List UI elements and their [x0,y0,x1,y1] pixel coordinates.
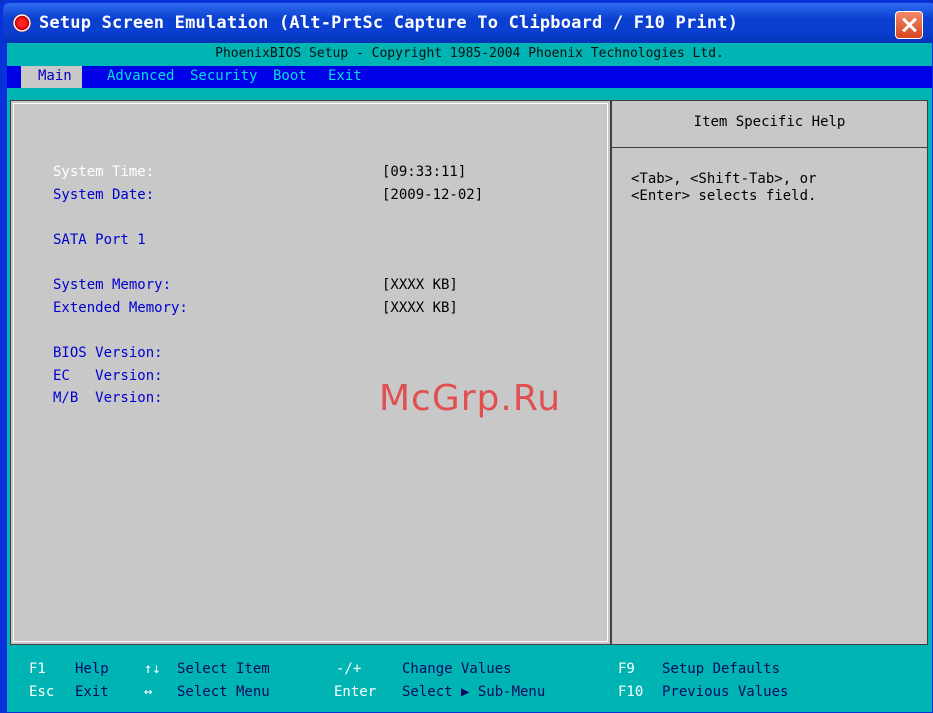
help-text: <Tab>, <Shift-Tab>, or <Enter> selects f… [631,171,916,205]
up-down-arrows-icon: ↑↓ [144,661,161,677]
system-time-value[interactable]: [09:33:11] [382,164,466,180]
previous-values-desc: Previous Values [662,684,789,700]
system-time-label: System Time: [53,164,155,180]
tab-main[interactable]: Main [21,66,82,88]
main-settings-panel: System Time: [09:33:11] System Date: [20… [10,100,611,645]
watermark-text: McGrp.Ru [379,378,562,419]
menu-bar: Main Advanced Security Boot Exit [7,66,932,88]
system-date-label: System Date: [53,187,155,203]
setup-defaults-desc: Setup Defaults [662,661,781,677]
help-panel: Item Specific Help <Tab>, <Shift-Tab>, o… [611,100,928,645]
title-bar[interactable]: Setup Screen Emulation (Alt-PrtSc Captur… [3,3,933,43]
key-f10: F10 [618,684,644,700]
key-minus-plus: -/+ [336,661,362,677]
copyright-banner: PhoenixBIOS Setup - Copyright 1985-2004 … [7,43,932,66]
system-memory-label: System Memory: [53,277,172,293]
tab-exit[interactable]: Exit [328,66,362,88]
tab-advanced[interactable]: Advanced [107,66,174,88]
bios-screen: PhoenixBIOS Setup - Copyright 1985-2004 … [7,43,932,712]
help-line-2: <Enter> selects field. [631,188,817,204]
exit-desc: Exit [75,684,109,700]
bios-app-icon[interactable] [13,14,31,32]
sata-port-1-item[interactable]: SATA Port 1 [53,232,146,248]
select-submenu-desc: Select ▶ Sub-Menu [402,684,546,700]
tab-boot[interactable]: Boot [273,66,307,88]
bios-version-label: BIOS Version: [53,345,163,361]
tab-security[interactable]: Security [190,66,257,88]
select-item-desc: Select Item [177,661,270,677]
select-menu-desc: Select Menu [177,684,270,700]
key-f9: F9 [618,661,635,677]
extended-memory-value: [XXXX KB] [382,300,458,316]
key-f1: F1 [29,661,46,677]
separator-strip [7,88,932,100]
close-icon[interactable] [895,11,923,39]
system-date-value[interactable]: [2009-12-02] [382,187,483,203]
key-enter: Enter [334,684,377,700]
help-title: Item Specific Help [612,101,927,148]
help-line-1: <Tab>, <Shift-Tab>, or [631,171,817,187]
system-memory-value: [XXXX KB] [382,277,458,293]
change-values-desc: Change Values [402,661,512,677]
extended-memory-label: Extended Memory: [53,300,188,316]
window-title: Setup Screen Emulation (Alt-PrtSc Captur… [39,13,739,33]
bios-window: Setup Screen Emulation (Alt-PrtSc Captur… [0,0,933,713]
left-right-arrows-icon: ↔ [144,684,153,700]
status-bar: F1 Help ↑↓ Select Item -/+ Change Values… [7,648,932,712]
mb-version-label: M/B Version: [53,390,163,406]
ec-version-label: EC Version: [53,368,163,384]
key-f1-desc: Help [75,661,109,677]
key-esc: Esc [29,684,55,700]
